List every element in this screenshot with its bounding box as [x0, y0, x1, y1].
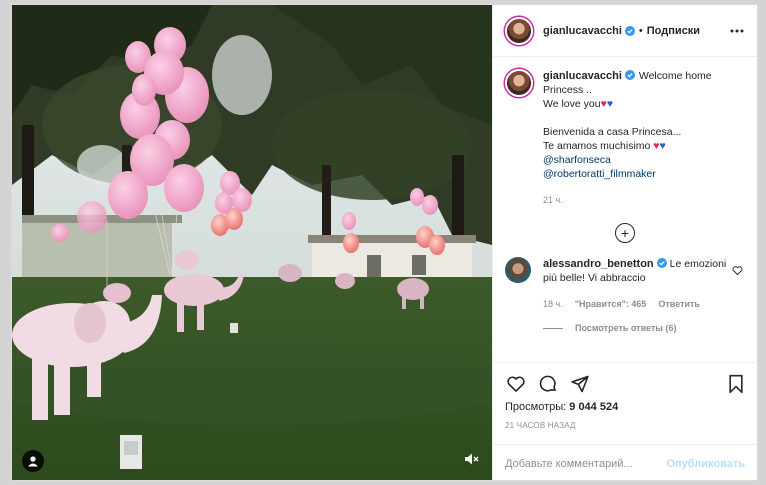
view-replies-button[interactable]: Посмотреть ответы (6)	[543, 323, 745, 333]
author-avatar[interactable]	[505, 16, 533, 45]
caption-line: Bienvenida a casa Princesa...	[543, 126, 682, 138]
views-label: Просмотры:	[505, 401, 567, 413]
post-timestamp[interactable]: 21 часов назад	[505, 421, 747, 430]
caption-line: Te amamos muchisimo	[543, 140, 651, 152]
video-frame-image	[12, 5, 492, 480]
comment-likes[interactable]: "Нравится": 465	[575, 299, 647, 309]
post-side-panel: gianlucavacchi • Подписки gianlucavacchi…	[492, 5, 757, 480]
heart-icon[interactable]	[505, 373, 527, 395]
caption-username[interactable]: gianlucavacchi	[543, 70, 622, 82]
mute-icon[interactable]	[462, 450, 480, 468]
post-actions: Просмотры: 9 044 524 21 часов назад	[493, 362, 757, 444]
views-number: 9 044 524	[569, 401, 619, 413]
caption-line: We love you	[543, 98, 601, 110]
view-count[interactable]: Просмотры: 9 044 524	[505, 401, 747, 413]
commenter-username[interactable]: alessandro_benetton	[543, 258, 654, 270]
comment-like-icon[interactable]	[732, 265, 743, 276]
post-header: gianlucavacchi • Подписки	[493, 5, 757, 57]
comment-icon[interactable]	[537, 373, 559, 395]
caption-line: Welcome home	[638, 70, 712, 82]
comment-input[interactable]	[505, 457, 667, 470]
caption-avatar[interactable]	[505, 69, 533, 97]
view-replies-label: Посмотреть ответы (6)	[575, 323, 677, 333]
caption-line: Princess ..	[543, 84, 593, 96]
post-dialog: gianlucavacchi • Подписки gianlucavacchi…	[11, 4, 758, 481]
more-options-icon[interactable]	[729, 23, 745, 39]
user-tag-icon[interactable]	[22, 450, 44, 472]
bookmark-icon[interactable]	[725, 373, 747, 395]
blue-heart-emoji: ♥	[606, 98, 614, 110]
mention-link[interactable]: @sharfonseca	[543, 153, 712, 167]
share-icon[interactable]	[569, 373, 591, 395]
verified-badge-icon	[624, 70, 635, 80]
add-comment-bar: Опубликовать	[493, 444, 757, 480]
publish-button[interactable]: Опубликовать	[666, 458, 745, 470]
author-username[interactable]: gianlucavacchi	[543, 25, 622, 37]
mention-link[interactable]: @robertoratti_filmmaker	[543, 167, 712, 181]
follow-separator: •	[638, 24, 643, 37]
reply-button[interactable]: Ответить	[658, 299, 700, 309]
replies-divider	[543, 327, 563, 329]
load-more-comments-button[interactable]: +	[505, 223, 745, 243]
blue-heart-emoji: ♥	[659, 140, 666, 152]
comment-item: alessandro_benetton Le emozioni più belle…	[505, 257, 745, 285]
comment-meta: 18 ч. "Нравится": 465 Ответить	[543, 299, 745, 309]
comments-section: gianlucavacchi Welcome home Princess .. W…	[493, 57, 757, 362]
caption-time[interactable]: 21 ч.	[543, 193, 712, 207]
verified-badge-icon	[624, 25, 635, 36]
post-video[interactable]	[12, 5, 492, 480]
verified-badge-icon	[656, 258, 667, 268]
post-caption: gianlucavacchi Welcome home Princess .. W…	[505, 69, 745, 207]
commenter-avatar[interactable]	[505, 257, 531, 283]
plus-circle-icon: +	[615, 223, 635, 243]
comment-time[interactable]: 18 ч.	[543, 299, 563, 309]
following-button[interactable]: Подписки	[647, 25, 700, 37]
